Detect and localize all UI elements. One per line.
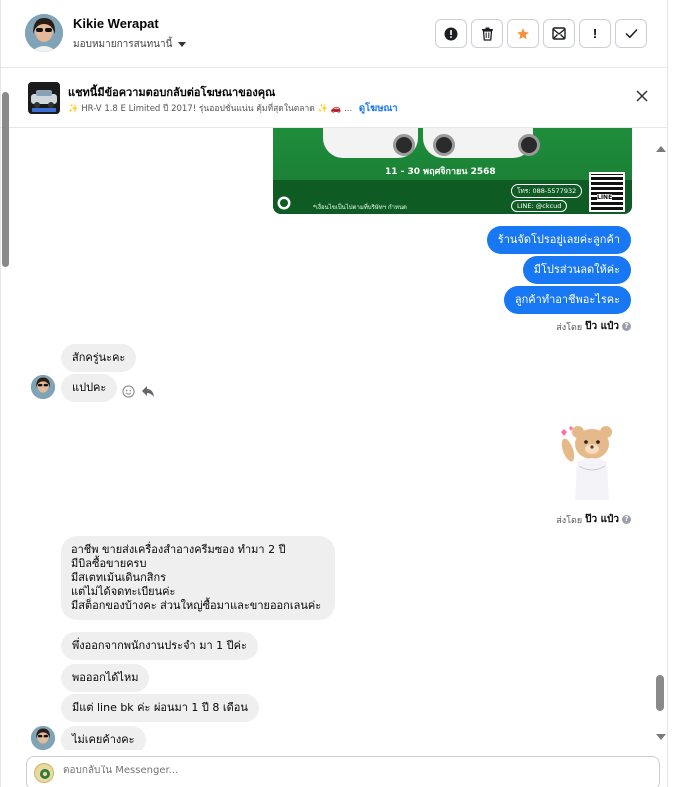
right-scrollbar-track[interactable] [668,0,680,787]
view-ad-link[interactable]: ดูโฆษณา [359,103,398,114]
mark-follow-up-button[interactable]: ! [579,19,611,48]
info-icon[interactable]: ? [622,515,631,524]
ad-line: LINE: @ckcud [511,200,568,212]
delete-button[interactable] [471,19,503,48]
incoming-message[interactable]: พึ่งออกจากพนักงานประจำ มา 1 ปีค่ะ [61,632,258,660]
message-line: แต่ไม่ได้จดทะเบียนค่ะ [71,585,176,598]
page-avatar-icon [34,763,54,783]
sent-by-name[interactable]: ป๊ว แป๋ว [585,512,619,527]
mark-spam-button[interactable] [435,19,467,48]
ad-footnote: *เงื่อนไขเป็นไปตามที่บริษัทฯ กำหนด [313,204,407,211]
exclamation-icon: ! [592,26,598,41]
sent-by-prefix: ส่งโดย [556,322,583,333]
message-thread[interactable]: 11 - 30 พฤศจิกายน 2568 โทร: 088-5577932 … [1,128,651,750]
messenger-conversation-panel: Kikie Werapat มอบหมายการสนทนานี้ ! แชทนี… [0,0,669,787]
scroll-down-arrow-icon[interactable] [656,734,666,740]
star-button[interactable] [507,19,539,48]
contact-avatar[interactable] [25,14,63,52]
trash-icon [481,27,493,41]
move-to-done-mail-button[interactable] [543,19,575,48]
car-wheel [518,134,540,156]
contact-avatar-small[interactable] [31,375,55,399]
info-icon[interactable]: ? [622,322,631,331]
smiley-react-icon[interactable] [122,385,135,398]
mark-done-button[interactable] [615,19,647,48]
qr-label: LINE [597,194,613,201]
star-icon [517,27,529,39]
incoming-message-multiline[interactable]: อาชีพ ขายส่งเครื่องสำอางครีมซอง ทำมา 2 ป… [61,536,335,620]
message-line: มีบิลซื้อขายครบ [71,557,147,570]
incoming-message[interactable]: มีแต่ line bk ค่ะ ผ่อนมา 1 ปี 8 เดือน [61,694,259,722]
reply-icon[interactable] [141,385,155,398]
assign-conversation-label: มอบหมายการสนทนานี้ [73,39,173,50]
check-icon [624,28,638,39]
ad-banner-title: แชทนี้มีข้อความตอบกลับต่อโฆษณาของคุณ [68,86,276,99]
ad-phone: โทร: 088-5577932 [511,184,583,198]
message-line: อาชีพ ขายส่งเครื่องสำอางครีมซอง ทำมา 2 ป… [71,543,286,556]
message-line: มีสเตทเม้นเดินกสิกร [71,571,167,584]
outgoing-message[interactable]: ร้านจัดโปรอยู่เลยค่ะลูกค้า [486,226,631,254]
conversation-header: Kikie Werapat มอบหมายการสนทนานี้ ! [1,0,669,68]
outgoing-message[interactable]: ลูกค้าทำอาชีพอะไรคะ [503,286,631,314]
caret-down-icon [178,42,187,47]
contact-avatar-small[interactable] [31,726,55,750]
car-wheel [393,134,415,156]
reply-composer [26,756,660,787]
sent-by-label: ส่งโดย ป๊ว แป๋ว ? [556,319,631,334]
alert-circle-icon [444,27,458,40]
assign-conversation-dropdown[interactable]: มอบหมายการสนทนานี้ [73,37,187,52]
ad-thumbnail[interactable] [28,82,60,114]
close-icon[interactable] [635,89,649,103]
outgoing-message[interactable]: มีโปรส่วนลดให้ค่ะ [522,256,631,284]
incoming-message[interactable]: สักครู่นะคะ [61,344,137,372]
reply-input[interactable] [63,765,623,776]
scroll-up-arrow-icon[interactable] [656,146,666,152]
qr-code [589,172,625,212]
bear-sticker[interactable] [555,422,617,502]
contact-name[interactable]: Kikie Werapat [73,16,159,31]
ad-image-message[interactable]: 11 - 30 พฤศจิกายน 2568 โทร: 088-5577932 … [273,128,632,214]
conversation-actions: ! [435,19,647,48]
message-hover-actions [122,385,155,398]
sent-by-label: ส่งโดย ป๊ว แป๋ว ? [556,512,631,527]
car-wheel [433,134,455,156]
sent-by-prefix: ส่งโดย [556,515,583,526]
message-line: มีสต็อกของบ้างคะ ส่วนใหญ่ซื้อมาและขายออก… [71,599,322,612]
ad-banner-subtitle: ✨ HR-V 1.8 E Limited ปี 2017! รุ่นออปชั่… [68,101,398,116]
left-scrollbar-thumb[interactable] [2,92,9,267]
ad-banner-description: ✨ HR-V 1.8 E Limited ปี 2017! รุ่นออปชั่… [68,104,353,114]
incoming-message[interactable]: แปปคะ [61,374,118,402]
incoming-message[interactable]: พอออกได้ไหม [61,664,150,692]
incoming-message[interactable]: ไม่เคยค้างคะ [61,726,146,750]
mail-archive-icon [552,27,566,40]
right-scrollbar-thumb[interactable] [656,675,664,711]
dealer-logo-icon [277,196,291,210]
ad-reply-banner: แชทนี้มีข้อความตอบกลับต่อโฆษณาของคุณ ✨ H… [1,68,669,128]
sent-by-name[interactable]: ป๊ว แป๋ว [585,319,619,334]
ad-date-text: 11 - 30 พฤศจิกายน 2568 [385,167,496,177]
